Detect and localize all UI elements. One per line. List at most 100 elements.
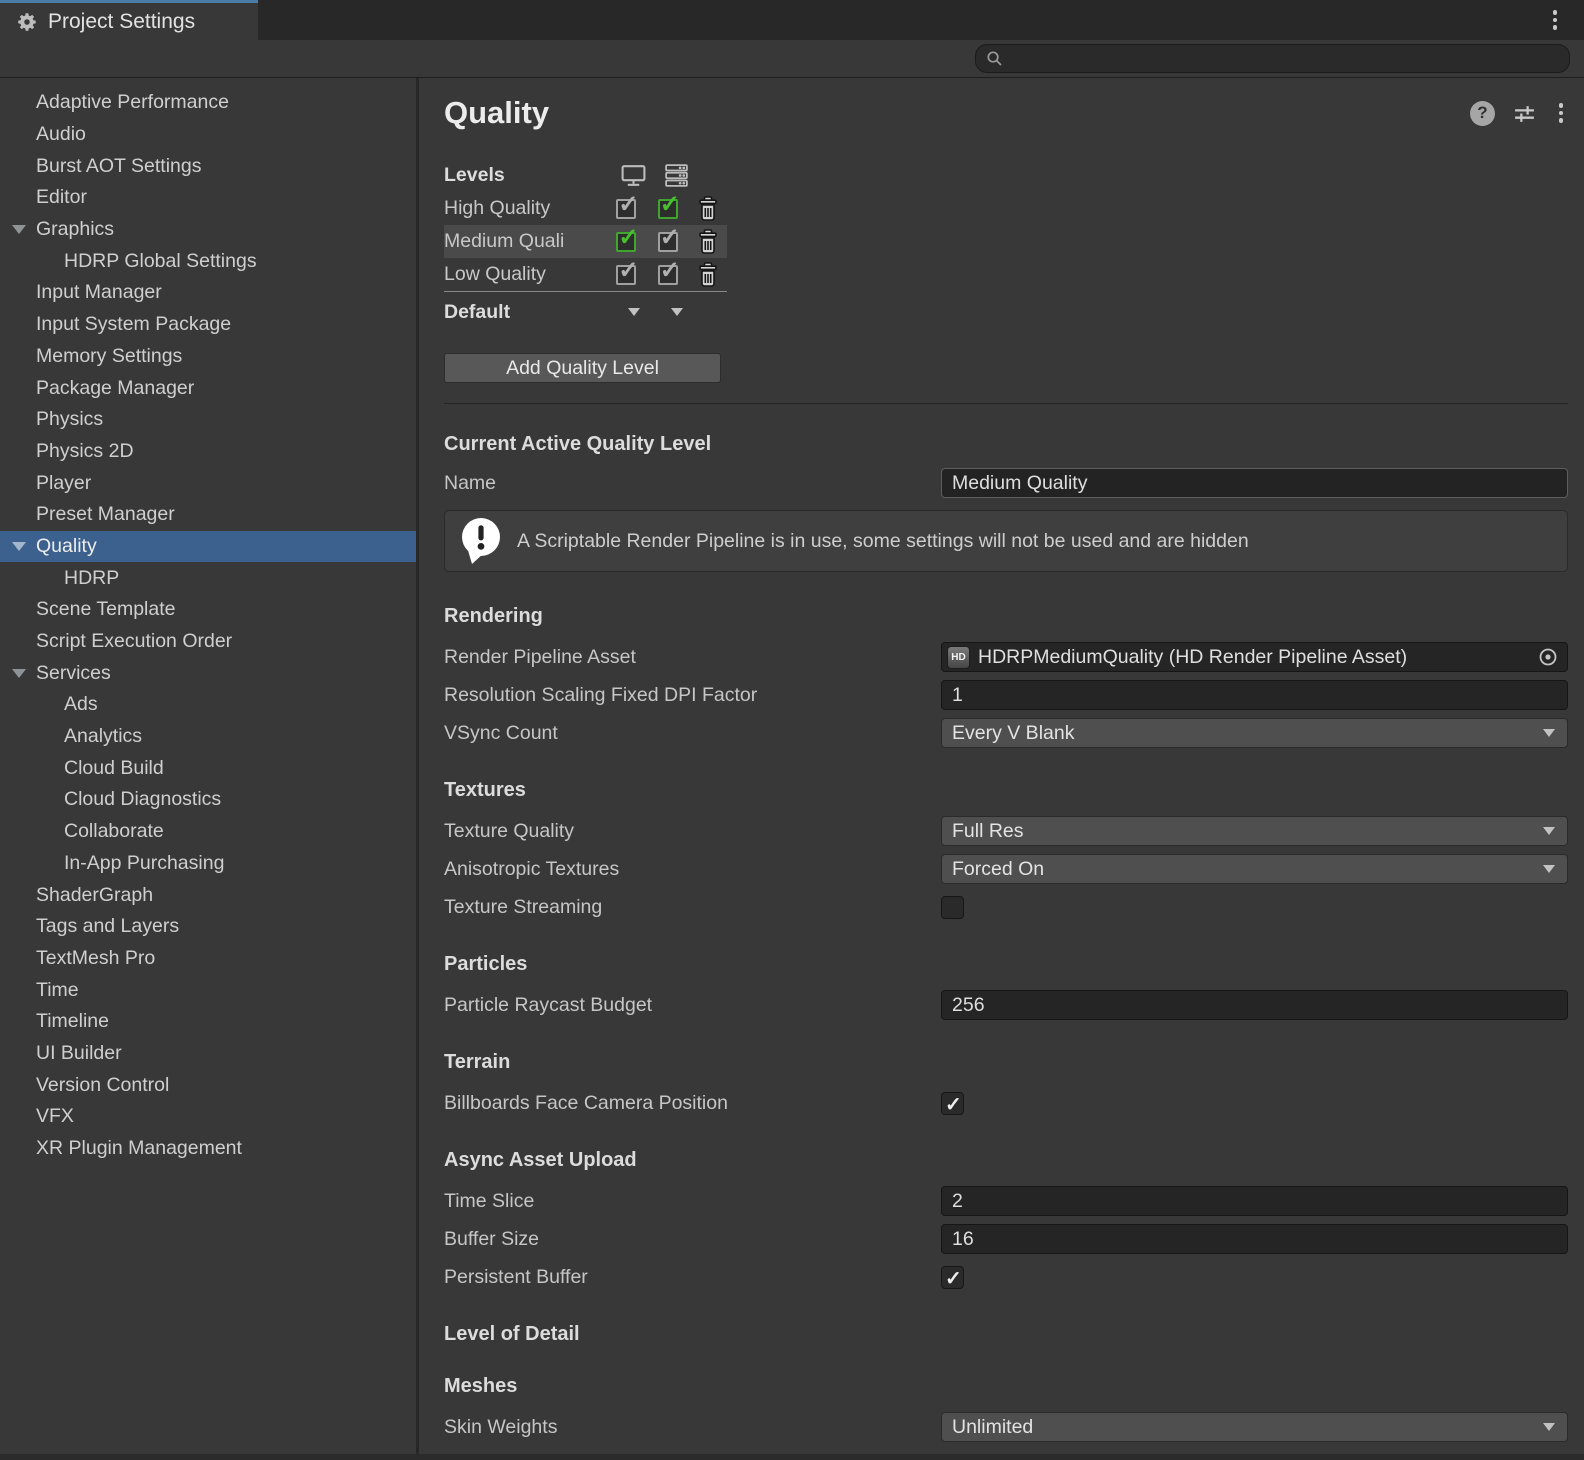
quality-level-row[interactable]: High Quality (444, 192, 727, 225)
setting-label: Texture Streaming (444, 896, 941, 919)
sidebar-item-services[interactable]: Services (0, 657, 416, 689)
settings-row: Billboards Face Camera Position (444, 1084, 1568, 1122)
texture-quality-dropdown[interactable]: Full Res (941, 816, 1568, 846)
server-enabled-checkbox[interactable] (658, 232, 678, 252)
foldout-spacer (9, 245, 64, 277)
name-input[interactable]: Medium Quality (941, 468, 1568, 498)
desktop-enabled-checkbox[interactable] (616, 199, 636, 219)
foldout-triangle-icon[interactable] (9, 214, 36, 246)
sidebar-item-analytics[interactable]: Analytics (0, 721, 416, 753)
foldout-spacer (9, 689, 64, 721)
sidebar-item-tags-and-layers[interactable]: Tags and Layers (0, 911, 416, 943)
sidebar-item-hdrp-global-settings[interactable]: HDRP Global Settings (0, 245, 416, 277)
tab-title: Project Settings (48, 10, 195, 34)
hd-asset-icon: HD (947, 646, 970, 669)
time-slice-input[interactable]: 2 (941, 1186, 1568, 1216)
default-desktop-dropdown[interactable] (612, 308, 655, 316)
add-quality-level-button[interactable]: Add Quality Level (444, 353, 721, 383)
presets-sliders-icon[interactable] (1513, 102, 1536, 125)
trash-icon[interactable] (696, 262, 720, 288)
settings-sidebar: Adaptive Performance AudioBurst AOT Setti… (0, 78, 419, 1459)
sidebar-item-label: Time (36, 979, 79, 1002)
sidebar-item-in-app-purchasing[interactable]: In-App Purchasing (0, 848, 416, 880)
current-active-quality-header: Current Active Quality Level (444, 430, 1568, 458)
sidebar-item-xr-plugin-management[interactable]: XR Plugin Management (0, 1133, 416, 1165)
setting-label: Skin Weights (444, 1416, 941, 1439)
sidebar-item-input-system-package[interactable]: Input System Package (0, 309, 416, 341)
sidebar-item-shadergraph[interactable]: ShaderGraph (0, 879, 416, 911)
settings-row: Particle Raycast Budget256 (444, 986, 1568, 1024)
panel-kebab-menu-icon[interactable] (1554, 102, 1568, 125)
section-header: Level of Detail (444, 1320, 1568, 1348)
quality-level-row[interactable]: Medium Quali (444, 225, 727, 258)
sidebar-item-burst-aot-settings[interactable]: Burst AOT Settings (0, 150, 416, 182)
sidebar-item-input-manager[interactable]: Input Manager (0, 277, 416, 309)
trash-icon[interactable] (696, 196, 720, 222)
help-icon[interactable]: ? (1470, 101, 1495, 126)
settings-row: Render Pipeline AssetHDHDRPMediumQuality… (444, 638, 1568, 676)
vsync-count-dropdown[interactable]: Every V Blank (941, 718, 1568, 748)
sidebar-item-label: Input System Package (36, 313, 231, 336)
server-enabled-checkbox[interactable] (658, 265, 678, 285)
sidebar-item-graphics[interactable]: Graphics (0, 214, 416, 246)
search-input[interactable] (975, 44, 1570, 73)
search-icon (985, 49, 1004, 68)
sidebar-item-memory-settings[interactable]: Memory Settings (0, 341, 416, 373)
sidebar-item-time[interactable]: Time (0, 974, 416, 1006)
sidebar-item-physics[interactable]: Physics (0, 404, 416, 436)
sidebar-item-ui-builder[interactable]: UI Builder (0, 1038, 416, 1070)
tab-project-settings[interactable]: Project Settings (0, 0, 258, 40)
anisotropic-textures-dropdown[interactable]: Forced On (941, 854, 1568, 884)
sidebar-item-hdrp[interactable]: HDRP (0, 562, 416, 594)
sidebar-item-preset-manager[interactable]: Preset Manager (0, 499, 416, 531)
particle-raycast-budget-input[interactable]: 256 (941, 990, 1568, 1020)
sidebar-item-adaptive-performance[interactable]: Adaptive Performance (0, 87, 416, 119)
quality-level-name: High Quality (444, 197, 606, 220)
sidebar-item-cloud-build[interactable]: Cloud Build (0, 752, 416, 784)
sidebar-item-editor[interactable]: Editor (0, 182, 416, 214)
buffer-size-input[interactable]: 16 (941, 1224, 1568, 1254)
desktop-enabled-checkbox[interactable] (616, 265, 636, 285)
sidebar-item-label: Adaptive Performance (36, 91, 229, 114)
skin-weights-dropdown[interactable]: Unlimited (941, 1412, 1568, 1442)
sidebar-item-scene-template[interactable]: Scene Template (0, 594, 416, 626)
server-platform-icon (655, 163, 698, 188)
sidebar-item-textmesh-pro[interactable]: TextMesh Pro (0, 943, 416, 975)
desktop-enabled-checkbox[interactable] (616, 232, 636, 252)
sidebar-item-ads[interactable]: Ads (0, 689, 416, 721)
sidebar-item-label: XR Plugin Management (36, 1137, 242, 1160)
render-pipeline-asset-object-field[interactable]: HDHDRPMediumQuality (HD Render Pipeline … (941, 642, 1568, 672)
object-picker-icon[interactable] (1537, 646, 1559, 668)
texture-streaming-checkbox[interactable] (941, 896, 964, 919)
foldout-spacer (9, 150, 36, 182)
sidebar-item-player[interactable]: Player (0, 467, 416, 499)
sidebar-item-timeline[interactable]: Timeline (0, 1006, 416, 1038)
sidebar-item-physics-2d[interactable]: Physics 2D (0, 436, 416, 468)
sidebar-item-script-execution-order[interactable]: Script Execution Order (0, 626, 416, 658)
section-header: Textures (444, 776, 1568, 804)
sidebar-item-audio[interactable]: Audio (0, 119, 416, 151)
billboards-face-camera-position-checkbox[interactable] (941, 1092, 964, 1115)
foldout-triangle-icon[interactable] (9, 531, 36, 563)
window-tab-bar: Project Settings (0, 0, 1584, 40)
sidebar-item-cloud-diagnostics[interactable]: Cloud Diagnostics (0, 784, 416, 816)
sidebar-item-quality[interactable]: Quality (0, 531, 416, 563)
section-rendering: RenderingRender Pipeline AssetHDHDRPMedi… (444, 602, 1568, 752)
foldout-spacer (9, 372, 36, 404)
foldout-spacer (9, 562, 64, 594)
server-enabled-checkbox[interactable] (658, 199, 678, 219)
sidebar-item-collaborate[interactable]: Collaborate (0, 816, 416, 848)
sidebar-item-label: Tags and Layers (36, 915, 179, 938)
trash-icon[interactable] (696, 229, 720, 255)
delete-level-cell (689, 229, 728, 255)
sidebar-item-version-control[interactable]: Version Control (0, 1069, 416, 1101)
sidebar-item-package-manager[interactable]: Package Manager (0, 372, 416, 404)
persistent-buffer-checkbox[interactable] (941, 1266, 964, 1289)
window-kebab-menu-icon[interactable] (1548, 0, 1562, 40)
resolution-scaling-fixed-dpi-factor-input[interactable]: 1 (941, 680, 1568, 710)
section-particles: ParticlesParticle Raycast Budget256 (444, 950, 1568, 1024)
quality-level-row[interactable]: Low Quality (444, 258, 727, 291)
sidebar-item-vfx[interactable]: VFX (0, 1101, 416, 1133)
foldout-triangle-icon[interactable] (9, 657, 36, 689)
default-server-dropdown[interactable] (655, 308, 698, 316)
